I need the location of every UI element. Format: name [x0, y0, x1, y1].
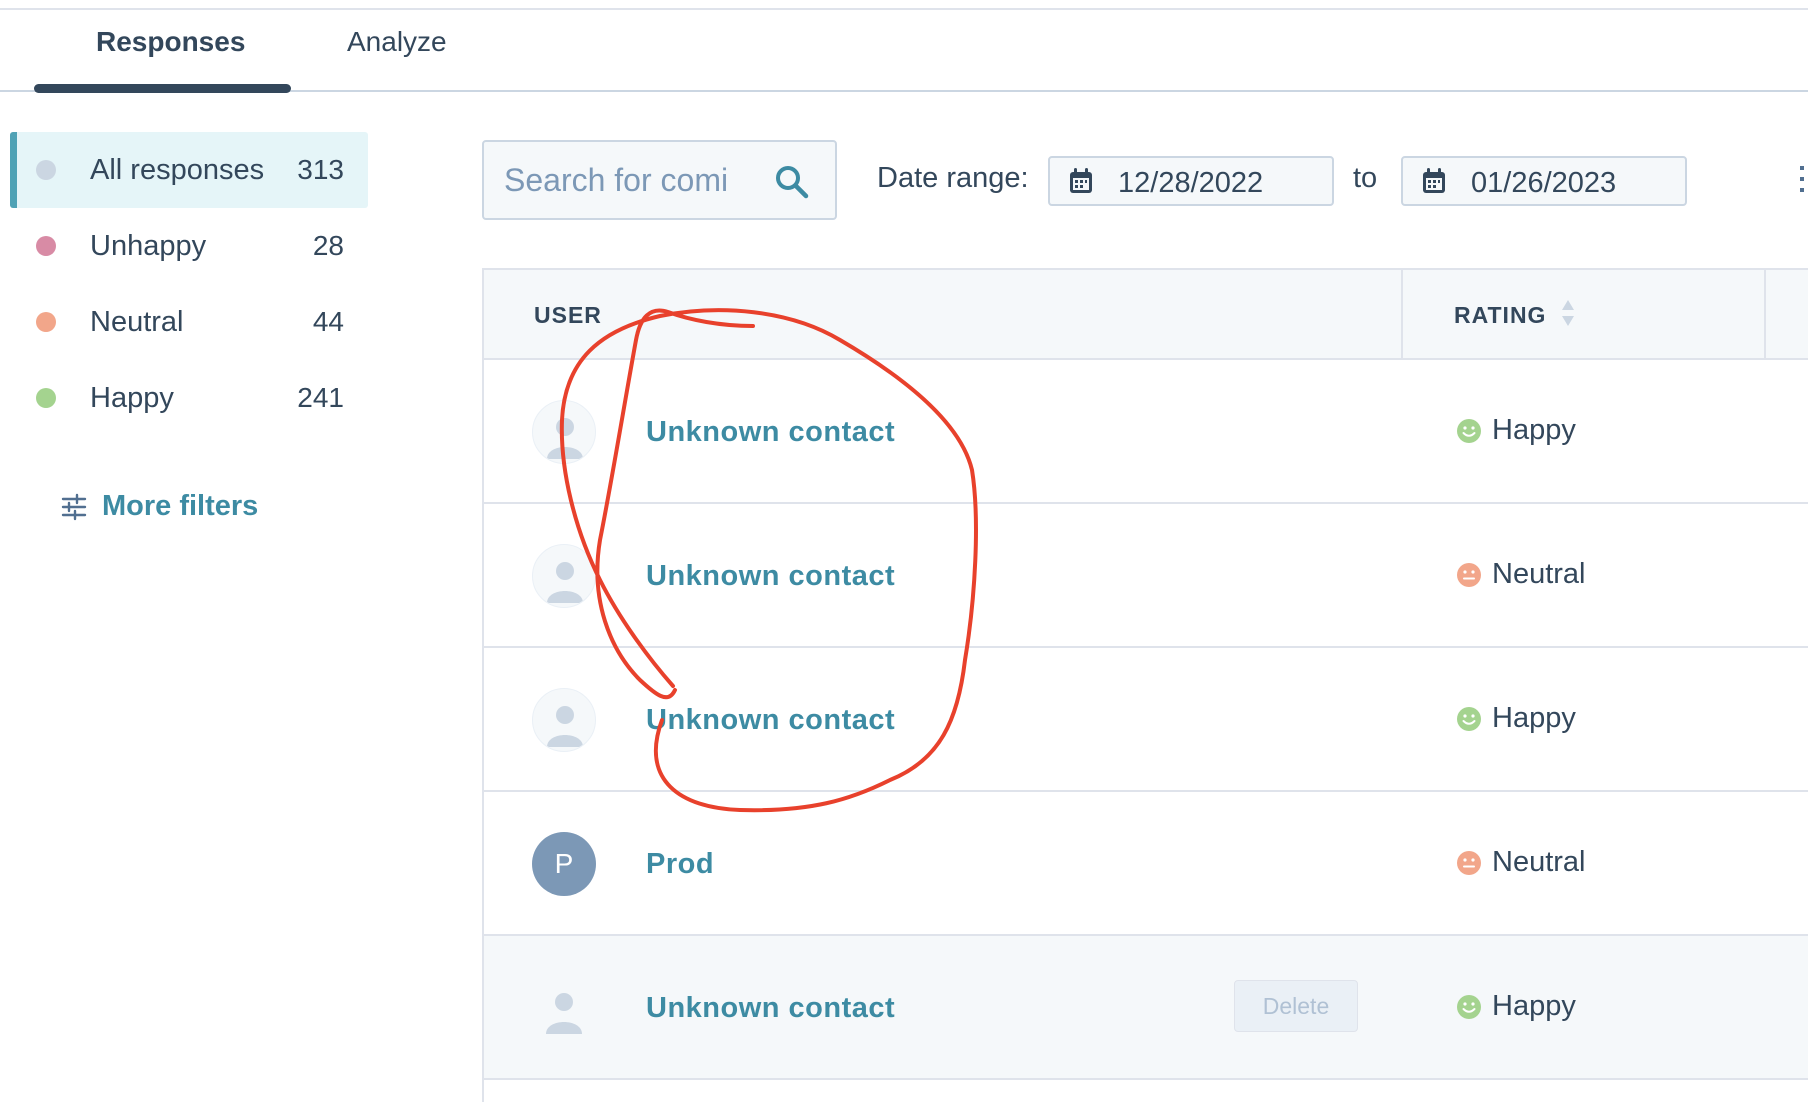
- rating-label: Happy: [1492, 414, 1576, 446]
- contact-name-link[interactable]: Unknown contact: [646, 704, 895, 737]
- contact-avatar-icon: [532, 544, 596, 608]
- sidebar-item-label: All responses: [90, 153, 265, 186]
- happy-face-icon: [1457, 706, 1481, 731]
- more-filters-button[interactable]: More filters: [60, 490, 258, 523]
- table-row[interactable]: Unknown contact Neutral: [484, 504, 1808, 648]
- active-tab-indicator: [34, 84, 291, 93]
- sidebar-item-happy[interactable]: Happy 241: [10, 360, 368, 436]
- end-date-value: 01/26/2023: [1471, 167, 1617, 199]
- rating-cell: Neutral: [1456, 846, 1586, 879]
- rating-cell: Happy: [1456, 702, 1576, 735]
- column-header-user[interactable]: USER: [534, 302, 602, 329]
- sidebar-item-count: 44: [312, 306, 344, 337]
- date-range-label: Date range:: [877, 162, 1029, 194]
- table-row[interactable]: P Prod Neutral: [484, 792, 1808, 936]
- rating-cell: Neutral: [1456, 558, 1586, 591]
- unhappy-dot-icon: [36, 236, 56, 256]
- tab-responses[interactable]: Responses: [96, 26, 245, 58]
- happy-face-icon: [1457, 418, 1481, 443]
- sidebar-item-count: 313: [297, 154, 344, 185]
- rating-label: Happy: [1492, 702, 1576, 734]
- rating-label: Happy: [1492, 990, 1576, 1022]
- responses-table: USER RATING Unknown contact Happy Unknow…: [482, 268, 1808, 1102]
- column-divider: [1401, 270, 1403, 360]
- calendar-icon: [1070, 168, 1092, 193]
- delete-button[interactable]: Delete: [1234, 980, 1358, 1032]
- contact-avatar-icon: [532, 976, 596, 1040]
- sidebar-item-count: 241: [297, 382, 344, 413]
- search-input[interactable]: [504, 160, 749, 200]
- calendar-icon: [1423, 168, 1445, 193]
- column-header-rating[interactable]: RATING: [1454, 302, 1546, 329]
- start-date-picker[interactable]: 12/28/2022: [1048, 156, 1334, 206]
- neutral-face-icon: [1457, 562, 1481, 587]
- all-responses-dot-icon: [36, 160, 56, 180]
- end-date-picker[interactable]: 01/26/2023: [1401, 156, 1687, 206]
- sidebar-item-label: Neutral: [90, 305, 184, 338]
- sidebar-item-label: Happy: [90, 381, 174, 414]
- search-icon[interactable]: [774, 164, 810, 200]
- start-date-value: 12/28/2022: [1118, 167, 1264, 199]
- contact-name-link[interactable]: Unknown contact: [646, 992, 895, 1025]
- table-row[interactable]: Unknown contact Happy: [484, 360, 1808, 504]
- table-row[interactable]: Unknown contact Delete Happy: [484, 936, 1808, 1080]
- rating-label: Neutral: [1492, 846, 1586, 878]
- table-header: USER RATING: [484, 270, 1808, 360]
- sidebar-item-label: Unhappy: [90, 229, 207, 262]
- sidebar-item-count: 28: [312, 230, 344, 261]
- contact-avatar-icon: [532, 400, 596, 464]
- sidebar-item-unhappy[interactable]: Unhappy 28: [10, 208, 368, 284]
- search-box[interactable]: [482, 140, 837, 220]
- contact-name-link[interactable]: Unknown contact: [646, 416, 895, 449]
- neutral-dot-icon: [36, 312, 56, 332]
- tab-analyze[interactable]: Analyze: [347, 26, 447, 58]
- table-row[interactable]: Unknown contact Happy: [484, 648, 1808, 792]
- neutral-face-icon: [1457, 850, 1481, 875]
- date-range-to-label: to: [1353, 162, 1378, 194]
- sliders-icon: [61, 493, 87, 520]
- contact-name-link[interactable]: Unknown contact: [646, 560, 895, 593]
- rating-cell: Happy: [1456, 990, 1576, 1023]
- contact-name-link[interactable]: Prod: [646, 848, 714, 881]
- contact-avatar-icon: [532, 688, 596, 752]
- rating-cell: Happy: [1456, 414, 1576, 447]
- sort-icon[interactable]: [1560, 298, 1576, 328]
- column-divider: [1764, 270, 1766, 360]
- more-filters-label: More filters: [102, 490, 259, 522]
- rating-label: Neutral: [1492, 558, 1586, 590]
- contact-avatar: P: [532, 832, 596, 896]
- sidebar-item-all-responses[interactable]: All responses 313: [10, 132, 368, 208]
- happy-face-icon: [1457, 994, 1481, 1019]
- happy-dot-icon: [36, 388, 56, 408]
- more-options-icon[interactable]: [1800, 166, 1804, 192]
- tab-bar: Responses Analyze: [0, 10, 1808, 93]
- sidebar-item-neutral[interactable]: Neutral 44: [10, 284, 368, 360]
